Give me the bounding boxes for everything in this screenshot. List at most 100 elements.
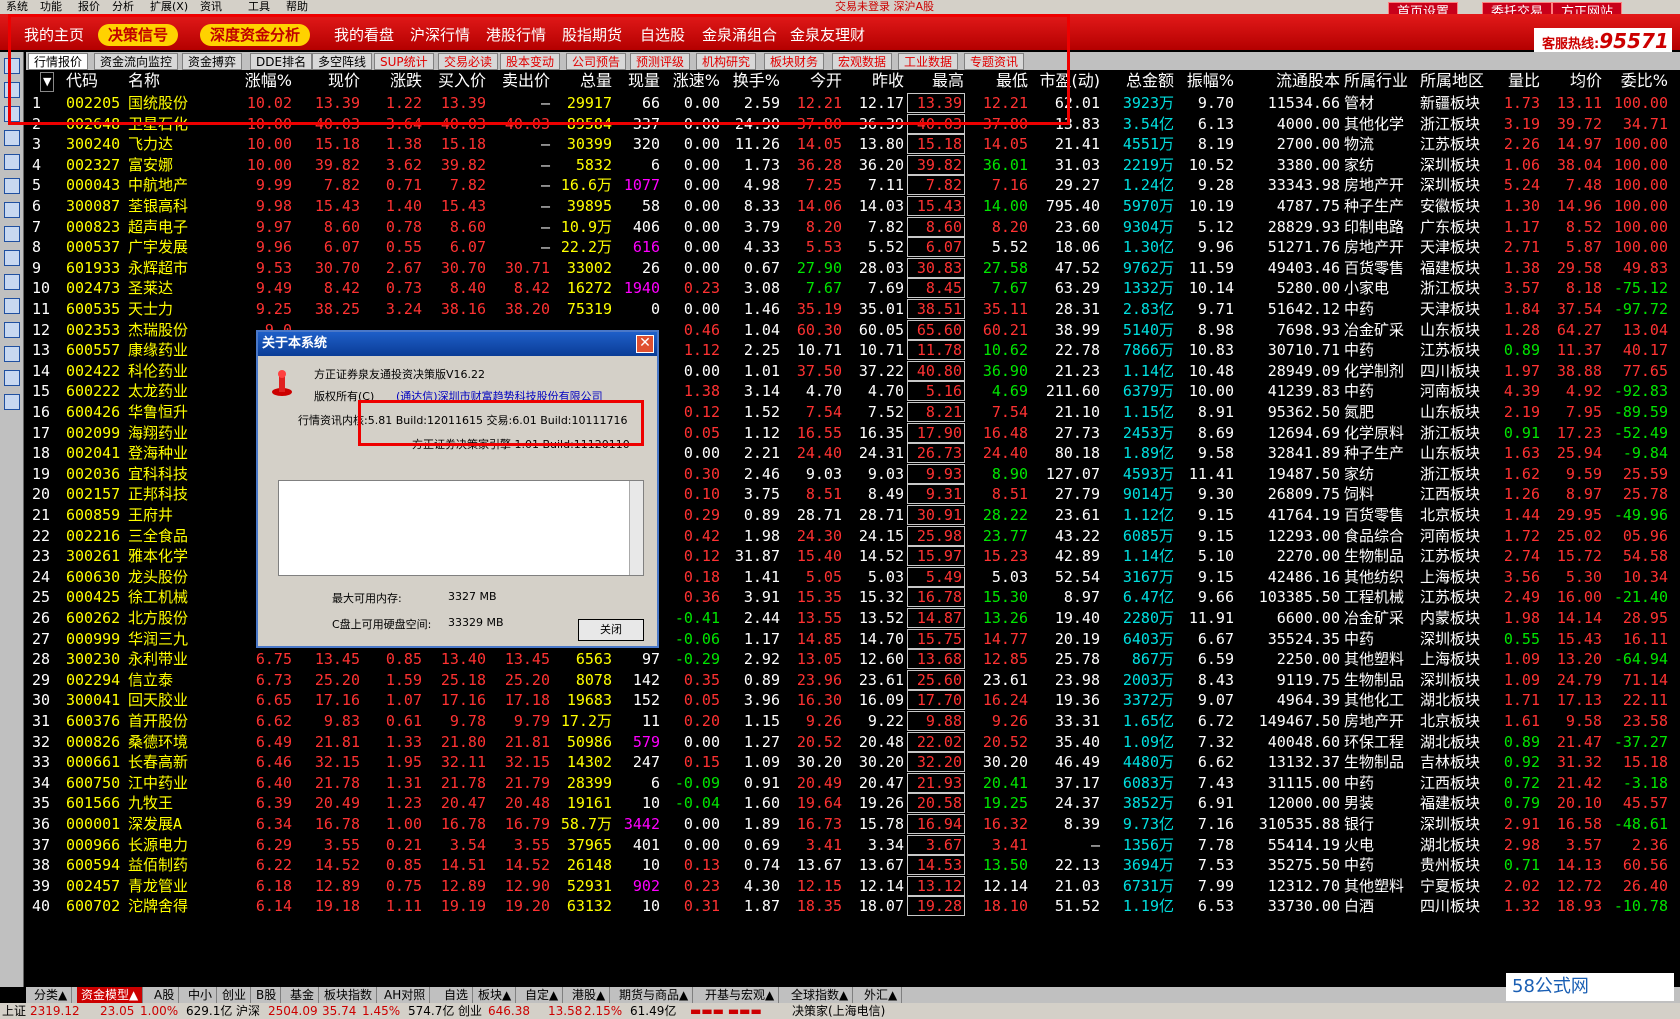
k-icon[interactable] xyxy=(4,130,20,146)
column-header[interactable]: 名称 xyxy=(128,72,160,90)
sort-arrow-icon[interactable]: ▼ xyxy=(40,72,55,92)
bottom-tab[interactable]: 港股▲ xyxy=(568,987,611,1003)
column-header[interactable]: 所属行业 xyxy=(1344,72,1408,90)
nav-item[interactable]: 沪深行情 xyxy=(410,24,470,46)
bottom-tab[interactable]: 资金模型▲ xyxy=(77,987,144,1003)
column-header[interactable]: 振幅% xyxy=(1178,72,1234,90)
table-row[interactable]: 29 002294 信立泰 6.73 25.20 1.59 25.18 25.20 8078 14… xyxy=(26,669,1680,691)
tab-item[interactable]: 预测评级 xyxy=(630,53,691,70)
table-row[interactable]: 33 000661 长春高新 6.46 32.15 1.95 32.11 32.15 14302… xyxy=(26,751,1680,773)
column-header[interactable]: 涨跌 xyxy=(366,72,422,90)
column-header[interactable]: 最高 xyxy=(908,72,964,90)
column-header[interactable]: 现价 xyxy=(304,72,360,90)
column-header[interactable]: 最低 xyxy=(970,72,1028,90)
bottom-tab[interactable]: 创业 xyxy=(218,987,252,1003)
table-row[interactable]: 34 600750 江中药业 6.40 21.78 1.31 21.78 21.79 28399… xyxy=(26,772,1680,794)
f2-icon[interactable] xyxy=(4,226,20,242)
tab-item[interactable]: 宏观数据 xyxy=(832,53,893,70)
table-row[interactable]: 7 000823 超声电子 9.97 8.60 0.78 8.60 — 10.9万 406 0.00… xyxy=(26,216,1680,238)
menu-item[interactable]: 扩展(X) xyxy=(150,0,188,14)
column-header[interactable]: 市盈(动) xyxy=(1032,72,1101,90)
bottom-tab[interactable]: 开基与宏观▲ xyxy=(701,987,780,1003)
column-header[interactable]: 涨幅% xyxy=(222,72,292,90)
tab-item[interactable]: 机构研究 xyxy=(696,53,757,70)
etf-icon[interactable] xyxy=(4,370,20,386)
nav-item[interactable]: 我的主页 xyxy=(24,24,84,46)
column-header[interactable]: 现量 xyxy=(616,72,660,90)
arrow-icon[interactable] xyxy=(4,322,20,338)
f10-icon[interactable] xyxy=(4,178,20,194)
menu-item[interactable]: 帮助 xyxy=(286,0,308,14)
tab-item[interactable]: 交易必读 xyxy=(438,53,499,70)
calc-icon[interactable] xyxy=(4,346,20,362)
grid-icon[interactable] xyxy=(4,58,20,74)
nav-item[interactable]: 自选股 xyxy=(640,24,685,46)
table-row[interactable]: 9 601933 永辉超市 9.53 30.70 2.67 30.70 30.71 33002 2… xyxy=(26,257,1680,279)
table-row[interactable]: 2 002648 卫星石化 10.00 40.03 3.64 40.03 40.03 89584… xyxy=(26,113,1680,135)
list-icon[interactable] xyxy=(4,154,20,170)
table-row[interactable]: 8 000537 广宇发展 9.96 6.07 0.55 6.07 — 22.2万 616 0.00… xyxy=(26,236,1680,258)
column-header[interactable]: 总金额 xyxy=(1104,72,1174,90)
table-row[interactable]: 39 002457 青龙管业 6.18 12.89 0.75 12.89 12.90 52931… xyxy=(26,875,1680,897)
news-icon[interactable] xyxy=(4,250,20,266)
bottom-tab[interactable]: AH对照 xyxy=(380,987,431,1003)
menu-item[interactable]: 功能 xyxy=(40,0,62,14)
column-header[interactable]: 委比% xyxy=(1606,72,1668,90)
tab-item[interactable]: 股本变动 xyxy=(500,53,561,70)
menu-item[interactable]: 分析 xyxy=(112,0,134,14)
table-row[interactable]: 36 000001 深发展A 6.34 16.78 1.00 16.78 16.79 58.7万… xyxy=(26,813,1680,835)
table-row[interactable]: 37 000966 长源电力 6.29 3.55 0.21 3.54 3.55 37965 401… xyxy=(26,834,1680,856)
column-header[interactable]: 涨速% xyxy=(664,72,720,90)
table-row[interactable]: 6 300087 荃银高科 9.98 15.43 1.40 15.43 — 39895 58 0.0… xyxy=(26,195,1680,217)
search-icon[interactable] xyxy=(4,274,20,290)
bottom-tab[interactable]: 期货与商品▲ xyxy=(615,987,694,1003)
bottom-tab[interactable]: 自定▲ xyxy=(521,987,564,1003)
column-header[interactable]: 总量 xyxy=(554,72,612,90)
table-row[interactable]: 5 000043 中航地产 9.99 7.82 0.71 7.82 — 16.6万 1077 0.0… xyxy=(26,174,1680,196)
nav-item[interactable]: 港股行情 xyxy=(486,24,546,46)
table-row[interactable]: 40 600702 沱牌舍得 6.14 19.18 1.11 19.19 19.20 63132… xyxy=(26,895,1680,917)
bottom-tab[interactable]: 分类▲ xyxy=(30,987,73,1003)
tab-item[interactable]: SUP统计 xyxy=(374,53,434,70)
tab-item[interactable]: 板块财务 xyxy=(764,53,825,70)
column-header[interactable]: 均价 xyxy=(1544,72,1602,90)
nav-item[interactable]: 决策信号 xyxy=(98,24,179,46)
column-header[interactable]: 量比 xyxy=(1496,72,1540,90)
folder-icon[interactable] xyxy=(4,298,20,314)
table-row[interactable]: 4 002327 富安娜 10.00 39.82 3.62 39.82 — 5832 6 0.00 1… xyxy=(26,154,1680,176)
column-header[interactable]: 代码 xyxy=(66,72,98,90)
table-row[interactable]: 3 300240 飞力达 10.00 15.18 1.38 15.18 — 30399 320 0.… xyxy=(26,133,1680,155)
tab-item[interactable]: 公司预告 xyxy=(566,53,627,70)
table-row[interactable]: 1 002205 国统股份 10.02 13.39 1.22 13.39 — 29917 66 0.… xyxy=(26,92,1680,114)
table-row[interactable]: 28 300230 永利带业 6.75 13.45 0.85 13.40 13.45 6563 9… xyxy=(26,648,1680,670)
bottom-tab[interactable]: 全球指数▲ xyxy=(787,987,854,1003)
bottom-tab[interactable]: 基金 xyxy=(286,987,320,1003)
menu-item[interactable]: 系统 xyxy=(6,0,28,14)
tab-item[interactable]: 专题资讯 xyxy=(964,53,1025,70)
table-row[interactable]: 10 002473 圣莱达 9.49 8.42 0.73 8.40 8.42 16272 1940… xyxy=(26,277,1680,299)
bottom-tab[interactable]: 板块指数 xyxy=(320,987,378,1003)
bottom-tab[interactable]: 中小 xyxy=(184,987,218,1003)
tab-item[interactable]: 资金搏弈 xyxy=(182,53,243,70)
menu-item[interactable]: 工具 xyxy=(248,0,270,14)
menu-item[interactable]: 报价 xyxy=(78,0,100,14)
bottom-tab[interactable]: 板块▲ xyxy=(474,987,517,1003)
nav-item[interactable]: 深度资金分析 xyxy=(200,24,311,46)
table-row[interactable]: 38 600594 益佰制药 6.22 14.52 0.85 14.51 14.52 26148… xyxy=(26,854,1680,876)
table-row[interactable]: 31 600376 首开股份 6.62 9.83 0.61 9.78 9.79 17.2万 11 0… xyxy=(26,710,1680,732)
book-icon[interactable] xyxy=(4,202,20,218)
scrollbar[interactable] xyxy=(629,481,643,575)
column-header[interactable]: 卖出价 xyxy=(490,72,550,90)
tab-item[interactable]: DDE排名 xyxy=(250,53,313,70)
close-icon[interactable]: ✕ xyxy=(636,335,654,353)
table-row[interactable]: 11 600535 天士力 9.25 38.25 3.24 38.16 38.20 75319 0… xyxy=(26,298,1680,320)
nav-item[interactable]: 股指期货 xyxy=(562,24,622,46)
menu-item[interactable]: 资讯 xyxy=(200,0,222,14)
nav-item[interactable]: 金泉涌组合 xyxy=(702,24,777,46)
bottom-tab[interactable]: 自选 xyxy=(440,987,474,1003)
close-button[interactable]: 关闭 xyxy=(578,619,644,641)
column-header[interactable]: 流通股本 xyxy=(1238,72,1340,90)
bottom-tab[interactable]: B股 xyxy=(252,987,282,1003)
info-textarea[interactable] xyxy=(278,480,644,576)
column-header[interactable]: 昨收 xyxy=(846,72,904,90)
